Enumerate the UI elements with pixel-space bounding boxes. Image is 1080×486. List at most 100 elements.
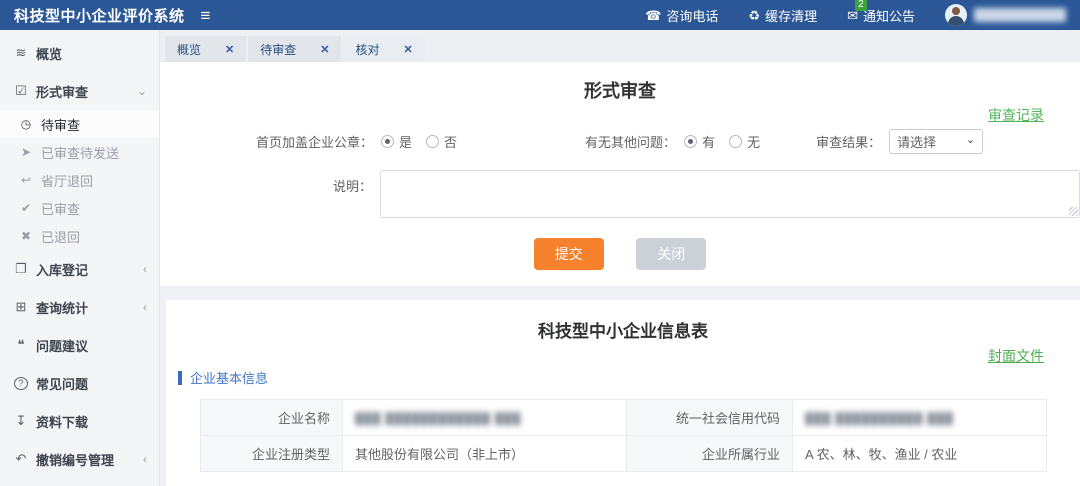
book-icon: ❐ [15, 261, 27, 276]
notifications-label: 通知公告 [862, 8, 915, 24]
section-divider [160, 286, 1080, 300]
consult-phone-button[interactable]: ☎ 咨询电话 [645, 6, 718, 25]
industry-label: 企业所属行业 [626, 435, 793, 472]
issues-radio-yes[interactable]: 有 [684, 132, 715, 151]
sidebar-item-pending-review[interactable]: ◷ 待审查 [0, 110, 159, 138]
grid-icon: ⊞ [15, 299, 27, 314]
sidebar-item-label: 概览 [36, 46, 63, 62]
sidebar-item-label: 待审查 [41, 117, 81, 133]
download-icon: ↧ [15, 413, 27, 428]
sidebar-item-label: 已审查待发送 [41, 145, 120, 161]
avatar [945, 4, 967, 26]
company-name-label: 企业名称 [200, 399, 343, 436]
sidebar-item-query-stats[interactable]: ⊞ 查询统计 ‹ [0, 288, 159, 326]
industry-value: A 农、林、牧、渔业 / 农业 [792, 435, 1047, 472]
sidebar: ≋ 概览 ☑ 形式审查 ⌄ ◷ 待审查 ➤ 已审查待发送 ↩ 省厅退回 ✔ 已审… [0, 30, 160, 486]
sidebar-item-registry[interactable]: ❐ 入库登记 ‹ [0, 250, 159, 288]
review-records-link[interactable]: 审查记录 [988, 105, 1044, 125]
user-menu[interactable]: ████████████ [945, 4, 1066, 26]
tab-pending-review[interactable]: 待审查 ✕ [248, 36, 342, 62]
radio-label: 否 [444, 135, 458, 150]
sidebar-item-revoke-number[interactable]: ↶ 撤销编号管理 ‹ [0, 440, 159, 478]
company-name-value: ███ ████████████ ███ [342, 399, 627, 436]
section-accent-bar [178, 370, 182, 385]
sidebar-item-province-returned[interactable]: ↩ 省厅退回 [0, 166, 159, 194]
sidebar-item-formal-review[interactable]: ☑ 形式审查 ⌄ [0, 72, 159, 110]
seal-radio-yes[interactable]: 是 [381, 132, 412, 151]
chevron-left-icon: ‹ [143, 262, 147, 276]
chevron-down-icon: ⌄ [136, 84, 147, 98]
layers-icon: ≋ [15, 45, 27, 60]
paper-plane-icon: ➤ [20, 145, 32, 159]
close-icon[interactable]: ✕ [225, 43, 234, 56]
radio-label: 有 [702, 135, 716, 150]
sidebar-item-label: 撤销编号管理 [36, 452, 115, 468]
issues-field-label: 有无其他问题： [585, 135, 677, 150]
notifications-button[interactable]: 2 ✉ 通知公告 [847, 0, 915, 25]
registration-type-label: 企业注册类型 [200, 435, 343, 472]
issues-radio-no[interactable]: 无 [729, 132, 760, 151]
undo-hand-icon: ↶ [15, 451, 27, 466]
chevron-left-icon: ‹ [143, 452, 147, 466]
info-table-title: 科技型中小企业信息表 [538, 322, 708, 341]
resize-handle[interactable] [1069, 207, 1078, 216]
enterprise-info-table: 企业名称 ███ ████████████ ███ 统一社会信用代码 ███ █… [200, 399, 1047, 472]
radio-dot [381, 135, 395, 148]
tab-verify[interactable]: 核对 ✕ [343, 36, 425, 62]
clock-icon: ◷ [20, 117, 32, 131]
sidebar-item-label: 问题建议 [36, 338, 89, 354]
redacted-value: ███ ██████████ ███ [805, 413, 954, 425]
username-redacted: ████████████ [974, 8, 1066, 22]
sidebar-item-label: 资料下载 [36, 414, 89, 430]
tab-label: 核对 [355, 42, 380, 57]
cache-clear-button[interactable]: ♻ 缓存清理 [748, 6, 817, 25]
tab-overview[interactable]: 概览 ✕ [165, 36, 247, 62]
credit-code-label: 统一社会信用代码 [626, 399, 793, 436]
sidebar-item-reviewed[interactable]: ✔ 已审查 [0, 194, 159, 222]
sidebar-item-label: 入库登记 [36, 262, 89, 278]
basic-info-label: 企业基本信息 [190, 371, 269, 386]
cover-file-link[interactable]: 封面文件 [988, 346, 1044, 366]
tab-label: 待审查 [260, 42, 297, 57]
sidebar-item-reviewed-to-send[interactable]: ➤ 已审查待发送 [0, 138, 159, 166]
chevron-left-icon: ‹ [143, 300, 147, 314]
consult-phone-label: 咨询电话 [666, 8, 719, 24]
sidebar-item-rejected[interactable]: ✖ 已退回 [0, 222, 159, 250]
hamburger-menu-icon[interactable]: ≡ [201, 7, 211, 24]
close-button[interactable]: 关闭 [636, 238, 707, 270]
sidebar-item-feedback[interactable]: ❝ 问题建议 [0, 326, 159, 364]
tab-bar: 概览 ✕ 待审查 ✕ 核对 ✕ [160, 30, 1080, 62]
header-actions: ☎ 咨询电话 ♻ 缓存清理 2 ✉ 通知公告 ████████████ [645, 0, 1066, 26]
note-field-label: 说明： [332, 179, 372, 194]
recycle-icon: ♻ [748, 7, 761, 23]
radio-dot [426, 135, 440, 148]
sidebar-item-label: 已退回 [41, 229, 81, 245]
sidebar-item-label: 已审查 [41, 201, 81, 217]
result-field-label: 审查结果： [816, 135, 882, 150]
chevron-down-icon: ⌄ [965, 134, 976, 146]
select-value: 请选择 [897, 135, 937, 150]
sidebar-item-downloads[interactable]: ↧ 资料下载 [0, 402, 159, 440]
seal-radio-no[interactable]: 否 [426, 132, 457, 151]
close-icon[interactable]: ✕ [320, 43, 329, 56]
phone-icon: ☎ [645, 7, 662, 23]
close-icon[interactable]: ✕ [403, 43, 412, 56]
submit-button[interactable]: 提交 [533, 238, 604, 270]
registration-type-value: 其他股份有限公司（非上市） [342, 435, 627, 472]
credit-code-value: ███ ██████████ ███ [792, 399, 1047, 436]
sidebar-item-label: 省厅退回 [41, 173, 94, 189]
sidebar-item-overview[interactable]: ≋ 概览 [0, 34, 159, 72]
notification-badge: 2 [855, 0, 867, 11]
sidebar-item-label: 形式审查 [36, 84, 89, 100]
speech-bubble-icon: ❝ [17, 337, 25, 352]
table-row: 企业名称 ███ ████████████ ███ 统一社会信用代码 ███ █… [200, 399, 1047, 436]
issues-radio-group: 有 无 [684, 132, 760, 151]
sidebar-item-faq[interactable]: ? 常见问题 [0, 364, 159, 402]
seal-radio-group: 是 否 [381, 132, 457, 151]
note-textarea[interactable] [380, 170, 1080, 218]
basic-info-section-header: 企业基本信息 [178, 368, 1080, 387]
formal-review-section: 形式审查 审查记录 首页加盖企业公章： 是 否 有无其他问题： 有 无 审查结果… [160, 62, 1080, 286]
review-result-select[interactable]: 请选择 ⌄ [889, 129, 984, 154]
redacted-value: ███ ████████████ ███ [355, 413, 522, 425]
radio-dot [684, 135, 698, 148]
